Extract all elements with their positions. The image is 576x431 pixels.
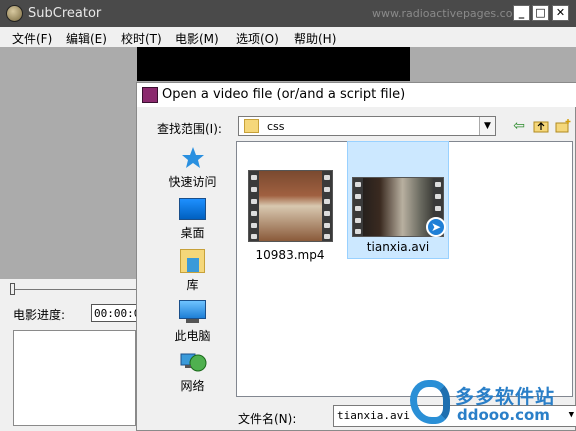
file-list[interactable]: 10983.mp4 ➤ tianxia.avi bbox=[236, 141, 573, 397]
film-strip bbox=[322, 171, 332, 241]
watermark: 多多软件站 ddooo.com bbox=[410, 380, 576, 431]
dialog-app-icon bbox=[142, 87, 158, 103]
video-thumbnail bbox=[248, 170, 333, 242]
left-panel bbox=[3, 47, 136, 279]
slider-track bbox=[12, 289, 136, 290]
maximize-button[interactable]: □ bbox=[532, 5, 549, 21]
menu-timing[interactable]: 校时(T) bbox=[121, 30, 162, 47]
subtitle-text-area[interactable] bbox=[13, 330, 136, 426]
place-label: 桌面 bbox=[180, 226, 205, 240]
place-network[interactable]: 网络 bbox=[155, 350, 230, 400]
lookin-label: 查找范围(I): bbox=[157, 122, 222, 136]
file-item-tianxia[interactable]: ➤ tianxia.avi bbox=[347, 141, 449, 259]
progress-label: 电影进度: bbox=[13, 308, 66, 322]
back-arrow-icon[interactable]: ⇦ bbox=[511, 118, 527, 134]
lookin-dropdown[interactable]: css ▼ bbox=[238, 116, 496, 136]
computer-icon bbox=[179, 300, 206, 319]
file-name: tianxia.avi bbox=[366, 240, 430, 254]
app-title: SubCreator bbox=[28, 6, 102, 21]
open-file-dialog: Open a video file (or/and a script file)… bbox=[136, 82, 576, 431]
menu-bar: 文件(F) 编辑(E) 校时(T) 电影(M) 选项(O) 帮助(H) bbox=[0, 27, 576, 47]
website-label: www.radioactivepages.com bbox=[372, 7, 524, 20]
up-folder-icon[interactable] bbox=[533, 118, 549, 134]
new-folder-icon[interactable] bbox=[555, 118, 571, 134]
bottom-panel bbox=[0, 325, 136, 431]
watermark-url: ddooo.com bbox=[457, 406, 550, 424]
file-name: 10983.mp4 bbox=[255, 248, 325, 262]
folder-icon bbox=[244, 119, 259, 133]
places-bar: 快速访问 桌面 库 此电脑 网络 bbox=[155, 143, 230, 399]
library-icon bbox=[180, 249, 205, 273]
file-item-10983[interactable]: 10983.mp4 bbox=[240, 150, 340, 268]
menu-help[interactable]: 帮助(H) bbox=[294, 30, 336, 47]
place-label: 库 bbox=[186, 278, 199, 292]
title-bar[interactable]: SubCreator www.radioactivepages.com _ □ … bbox=[0, 0, 576, 27]
watermark-logo-icon bbox=[410, 380, 450, 424]
lookin-value: css bbox=[267, 120, 285, 133]
video-display bbox=[137, 47, 410, 81]
menu-options[interactable]: 选项(O) bbox=[236, 30, 279, 47]
menu-file[interactable]: 文件(F) bbox=[12, 30, 52, 47]
dialog-title-bar[interactable]: Open a video file (or/and a script file) bbox=[137, 83, 576, 107]
progress-time-field[interactable]: 00:00:00 bbox=[91, 304, 141, 322]
app-logo-icon bbox=[6, 5, 23, 22]
star-icon bbox=[182, 147, 204, 168]
close-button[interactable]: ✕ bbox=[552, 5, 569, 21]
place-this-pc[interactable]: 此电脑 bbox=[155, 300, 230, 350]
film-strip bbox=[249, 171, 259, 241]
slider-thumb[interactable] bbox=[10, 283, 15, 295]
minimize-button[interactable]: _ bbox=[513, 5, 530, 21]
menu-edit[interactable]: 编辑(E) bbox=[66, 30, 107, 47]
place-label: 网络 bbox=[180, 379, 205, 393]
network-icon bbox=[180, 353, 207, 372]
filename-label: 文件名(N): bbox=[238, 412, 297, 426]
dialog-title: Open a video file (or/and a script file) bbox=[162, 87, 406, 102]
place-desktop[interactable]: 桌面 bbox=[155, 198, 230, 248]
place-label: 此电脑 bbox=[174, 329, 211, 343]
menu-movie[interactable]: 电影(M) bbox=[175, 30, 219, 47]
movie-slider[interactable] bbox=[0, 279, 136, 301]
filename-value: tianxia.avi bbox=[337, 409, 410, 422]
place-library[interactable]: 库 bbox=[155, 249, 230, 299]
progress-row: 电影进度: 00:00:00 bbox=[0, 301, 141, 325]
desktop-icon bbox=[179, 198, 206, 220]
play-overlay-icon: ➤ bbox=[426, 217, 446, 237]
place-quick-access[interactable]: 快速访问 bbox=[155, 146, 230, 196]
place-label: 快速访问 bbox=[168, 175, 217, 189]
chevron-down-icon[interactable]: ▼ bbox=[479, 117, 495, 135]
watermark-name: 多多软件站 bbox=[455, 386, 556, 408]
film-strip bbox=[353, 178, 363, 236]
